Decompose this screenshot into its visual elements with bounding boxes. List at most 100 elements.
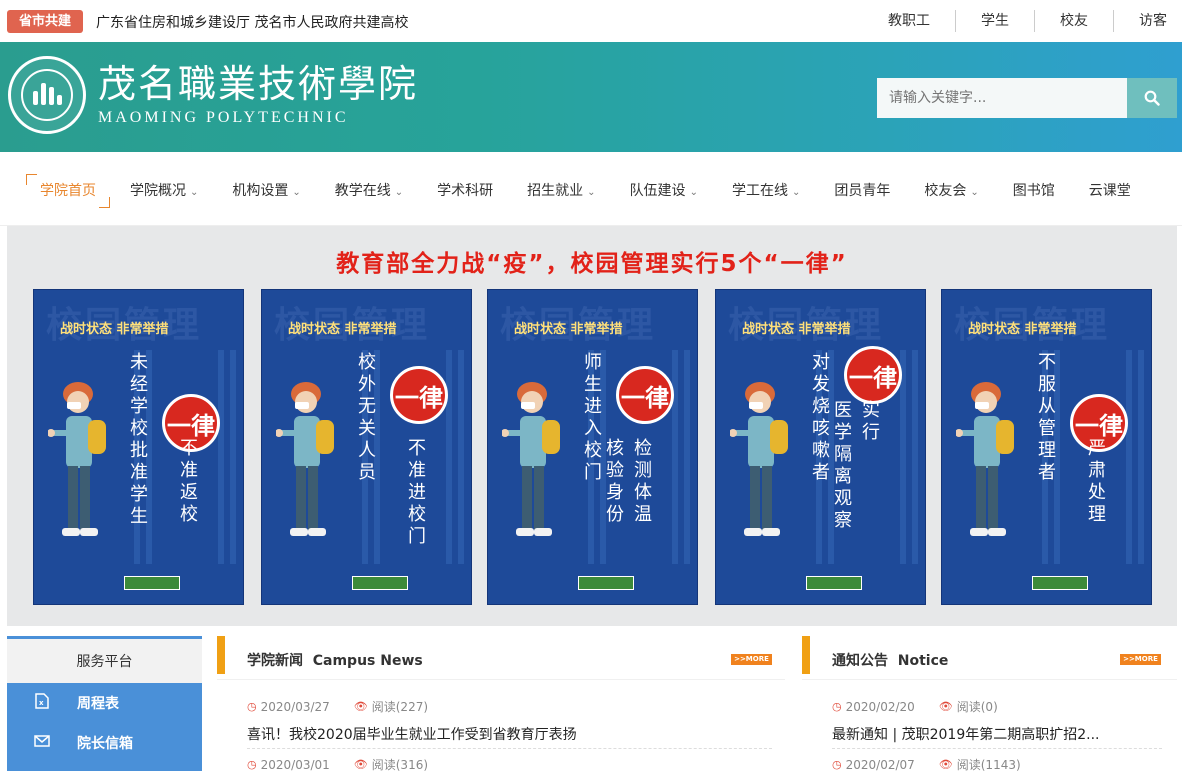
nav-teaching-label: 教学在线 (334, 183, 391, 199)
poster-seal: 一律 (844, 346, 902, 404)
main-nav: 学院首页 学院概况 ⌄ 机构设置 ⌄ 教学在线 ⌄ 学术科研 招生就业 ⌄ 队伍建设 ⌄ … (0, 152, 1182, 226)
nav-cloud-classroom[interactable]: 云课堂 (1075, 174, 1145, 208)
nav-home-label: 学院首页 (40, 183, 96, 199)
chevron-down-icon: ⌄ (689, 187, 698, 198)
student-figure-icon (502, 382, 560, 536)
nav-about-label: 学院概况 (130, 183, 186, 199)
student-figure-icon (730, 382, 788, 536)
poster-seal: 一律 (616, 366, 674, 424)
envelope-icon (7, 735, 77, 751)
nav-research-label: 学术科研 (437, 183, 494, 199)
news-item-meta: ◷ 2020/03/27 👁 阅读(227) (247, 699, 429, 715)
student-figure-icon (48, 382, 106, 536)
nav-about[interactable]: 学院概况 ⌄ (116, 174, 212, 208)
college-name-en: MAOMING POLYTECHNIC (98, 109, 349, 126)
student-figure-icon (956, 382, 1014, 536)
poster-tag: 战时状态 非常举措 (288, 322, 397, 337)
nav-home[interactable]: 学院首页 (26, 174, 110, 208)
nav-departments-label: 机构设置 (232, 183, 289, 199)
eye-icon: 👁 (938, 700, 953, 713)
campus-news-more-button[interactable]: >>MORE (731, 654, 772, 665)
poster-logo (1032, 576, 1088, 590)
divider (247, 748, 772, 749)
link-visitors[interactable]: 访客 (1113, 10, 1182, 32)
nav-youth-league[interactable]: 团员青年 (820, 174, 904, 208)
link-alumni[interactable]: 校友 (1034, 10, 1113, 32)
hero-banner[interactable]: 教育部全力战“疫”，校园管理实行5个“一律” 校园管理 战时状态 非常举措 未经学校… (7, 226, 1177, 626)
service-platform: 服务平台 x 周程表 院长信箱 (7, 636, 202, 771)
nav-admissions[interactable]: 招生就业 ⌄ (513, 174, 609, 208)
co-build-badge: 省市共建 (7, 10, 83, 33)
college-name-cn: 茂名職業技術學院 (98, 62, 419, 106)
document-icon: x (7, 693, 77, 713)
clock-icon: ◷ (247, 700, 257, 713)
poster-tag: 战时状态 非常举措 (968, 322, 1077, 337)
chevron-down-icon: ⌄ (791, 187, 801, 198)
news-item-meta: ◷ 2020/03/01 👁 阅读(316) (247, 757, 429, 773)
student-figure-icon (276, 382, 334, 536)
poster-seal: 一律 (390, 366, 448, 424)
nav-departments[interactable]: 机构设置 ⌄ (218, 174, 314, 208)
site-header: 茂名職業技術學院 MAOMING POLYTECHNIC (0, 42, 1182, 152)
panel-accent-bar (802, 636, 810, 674)
search-box (877, 78, 1177, 118)
banner-poster: 校园管理 战时状态 非常举措 对发烧咳嗽者 一律 实行 医学隔离观察 (715, 289, 926, 605)
poster-rule-text: 实行 (859, 400, 880, 444)
notice-title: 通知公告 Notice (832, 653, 949, 669)
search-button[interactable] (1127, 78, 1177, 118)
service-weekly-schedule-label: 周程表 (77, 696, 119, 712)
poster-rule-text: 不准进校门 (405, 438, 426, 548)
poster-rule-text: 严肃处理 (1085, 438, 1106, 526)
news-item-title[interactable]: 喜讯！我校2020届毕业生就业工作受到省教育厅表扬 (247, 724, 577, 744)
banner-poster: 校园管理 战时状态 非常举措 校外无关人员 一律 不准进校门 (261, 289, 472, 605)
poster-condition-text: 未经学校批准学生 (127, 352, 148, 528)
nav-cloud-classroom-label: 云课堂 (1088, 183, 1131, 199)
chevron-down-icon: ⌄ (190, 187, 199, 198)
banner-poster: 校园管理 战时状态 非常举措 未经学校批准学生 一律 不准返校 (33, 289, 244, 605)
co-build-slogan: 广东省住房和城乡建设厅 茂名市人民政府共建高校 (96, 15, 409, 31)
banner-headline: 教育部全力战“疫”，校园管理实行5个“一律” (336, 251, 848, 277)
nav-library-label: 图书馆 (1012, 183, 1055, 199)
nav-faculty-label: 队伍建设 (629, 183, 686, 199)
eye-icon: 👁 (353, 700, 368, 713)
campus-news-title: 学院新闻 Campus News (247, 653, 423, 669)
clock-icon: ◷ (247, 758, 257, 771)
notice-more-button[interactable]: >>MORE (1120, 654, 1161, 665)
chevron-down-icon: ⌄ (292, 187, 301, 198)
panel-accent-bar (217, 636, 225, 674)
poster-tag: 战时状态 非常举措 (742, 322, 851, 337)
svg-text:x: x (39, 699, 44, 707)
notice-item-title[interactable]: 最新通知 | 茂职2019年第二期高职扩招2... (832, 724, 1100, 744)
poster-rule-text: 医学隔离观察 (831, 400, 852, 532)
campus-news-panel: 学院新闻 Campus News >>MORE ◷ 2020/03/27 👁 阅读(… (217, 636, 785, 773)
service-president-mailbox-label: 院长信箱 (77, 736, 133, 752)
site-logo[interactable]: 茂名職業技術學院 MAOMING POLYTECHNIC (98, 62, 418, 127)
banner-poster: 校园管理 战时状态 非常举措 不服从管理者 一律 严肃处理 (941, 289, 1152, 605)
search-icon (1144, 90, 1160, 106)
link-students[interactable]: 学生 (955, 10, 1034, 32)
nav-alumni[interactable]: 校友会 ⌄ (910, 174, 992, 208)
clock-icon: ◷ (832, 758, 842, 771)
link-staff[interactable]: 教职工 (863, 10, 955, 32)
clock-icon: ◷ (832, 700, 842, 713)
eye-icon: 👁 (938, 758, 953, 771)
top-bar: 省市共建 广东省住房和城乡建设厅 茂名市人民政府共建高校 教职工 学生 校友 访… (0, 0, 1182, 42)
divider (832, 748, 1162, 749)
chevron-down-icon: ⌄ (587, 187, 596, 198)
eye-icon: 👁 (353, 758, 368, 771)
poster-tag: 战时状态 非常举措 (514, 322, 623, 337)
nav-research[interactable]: 学术科研 (423, 174, 507, 208)
nav-teaching[interactable]: 教学在线 ⌄ (321, 174, 417, 208)
nav-student-affairs[interactable]: 学工在线 ⌄ (718, 174, 814, 208)
nav-faculty[interactable]: 队伍建设 ⌄ (616, 174, 712, 208)
service-president-mailbox[interactable]: 院长信箱 (7, 723, 202, 763)
banner-poster: 校园管理 战时状态 非常举措 师生进入校门 一律 检测体温 核验身份 (487, 289, 698, 605)
service-weekly-schedule[interactable]: x 周程表 (7, 683, 202, 723)
nav-library[interactable]: 图书馆 (999, 174, 1069, 208)
poster-rule-text: 核验身份 (603, 438, 624, 526)
chevron-down-icon: ⌄ (394, 187, 404, 198)
college-emblem-icon[interactable] (8, 56, 86, 134)
poster-condition-text: 校外无关人员 (355, 352, 376, 484)
audience-links: 教职工 学生 校友 访客 (863, 10, 1182, 32)
search-input[interactable] (877, 78, 1127, 118)
